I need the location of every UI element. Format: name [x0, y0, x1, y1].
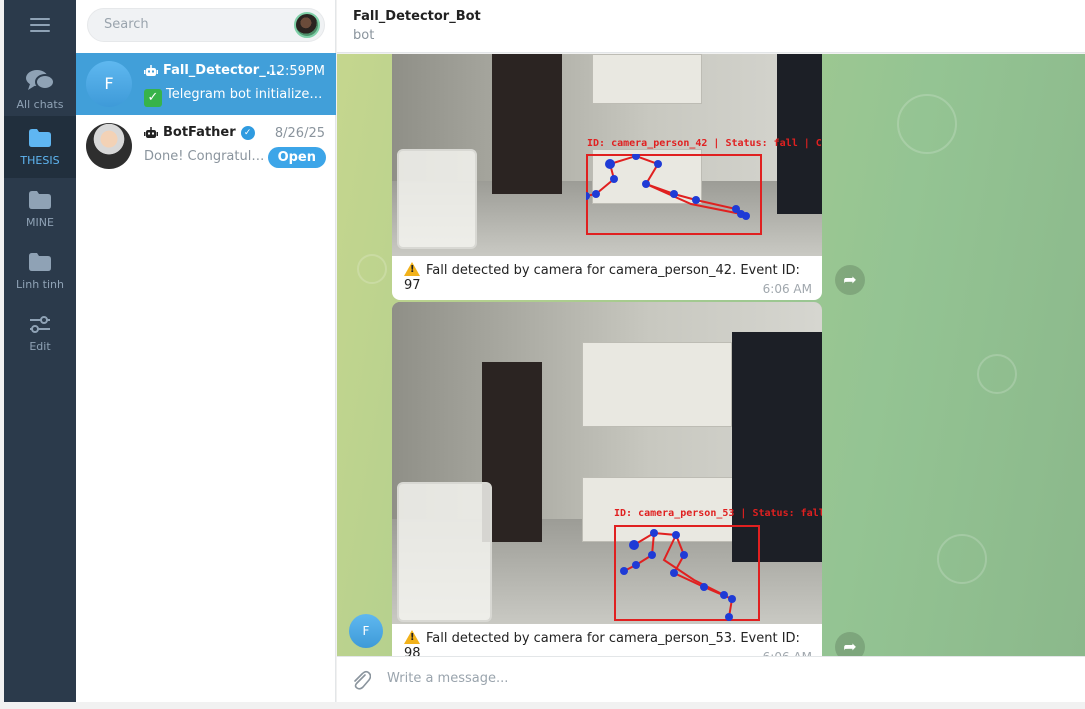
pose-skeleton [586, 154, 750, 220]
wallpaper-doodle [357, 254, 387, 284]
message-caption: Fall detected by camera for camera_perso… [392, 256, 822, 293]
folder-thesis[interactable]: THESIS [4, 116, 76, 178]
message-caption: Fall detected by camera for camera_perso… [392, 624, 822, 656]
detection-overlay-label: ID: camera_person_42 | Status: fall | Co… [587, 138, 822, 149]
telegram-window: All chats THESIS MINE Linh tinh Edit Sea… [0, 0, 1085, 709]
attach-paperclip-icon[interactable] [351, 669, 371, 691]
bot-icon [144, 64, 158, 76]
folder-linh-tinh[interactable]: Linh tinh [4, 240, 76, 302]
forward-icon[interactable]: ➦ [835, 632, 865, 656]
sender-avatar[interactable]: F [349, 614, 383, 648]
chats-icon [26, 70, 55, 90]
chat-name-text: BotFather [163, 125, 236, 140]
message-time: 6:06 AM [392, 648, 822, 656]
search-input[interactable]: Search [87, 8, 325, 42]
verified-badge-icon: ✓ [240, 125, 255, 140]
message-time: 6:06 AM [762, 282, 812, 296]
open-button[interactable]: Open [267, 147, 326, 168]
folder-rail: All chats THESIS MINE Linh tinh Edit [4, 0, 76, 702]
photo-message[interactable]: ID: camera_person_42 | Status: fall | Co… [392, 54, 822, 300]
avatar: F [86, 61, 132, 107]
chat-item-fall-detector[interactable]: F Fall_Detector_... 12:59PM ✓ Telegram bo… [76, 53, 336, 115]
message-input[interactable]: Write a message... [387, 657, 1077, 703]
folder-edit[interactable]: Edit [4, 302, 76, 364]
warning-icon [404, 262, 420, 276]
folder-all-chats[interactable]: All chats [4, 58, 76, 120]
message-composer: Write a message... [337, 656, 1085, 702]
folder-label: MINE [26, 216, 54, 229]
story-avatar[interactable] [294, 12, 320, 38]
chat-subtitle: bot [353, 28, 375, 43]
wallpaper-doodle [937, 534, 987, 584]
chat-preview: Done! Congratulati... [144, 149, 269, 164]
chat-name: Fall_Detector_... [144, 63, 281, 78]
bot-icon [144, 126, 158, 138]
folder-label: Linh tinh [16, 278, 64, 291]
hamburger-menu-icon[interactable] [30, 14, 50, 36]
folder-icon [29, 129, 51, 147]
folder-label: THESIS [20, 154, 60, 167]
detection-overlay-label: ID: camera_person_53 | Status: fall | C [614, 508, 822, 519]
warning-icon [404, 630, 420, 644]
chat-time: 12:59PM [268, 64, 325, 79]
forward-icon[interactable]: ➦ [835, 265, 865, 295]
chat-preview: ✓ Telegram bot initialized ... [144, 87, 324, 107]
chat-preview-text: Telegram bot initialized ... [166, 87, 324, 102]
search-placeholder: Search [104, 17, 149, 32]
folder-icon [29, 253, 51, 271]
chat-time: 8/26/25 [274, 126, 325, 141]
avatar [86, 123, 132, 169]
sliders-icon [30, 316, 50, 333]
folder-icon [29, 191, 51, 209]
wallpaper-doodle [897, 94, 957, 154]
chat-item-botfather[interactable]: BotFather ✓ 8/26/25 Done! Congratulati..… [76, 115, 336, 177]
folder-label: Edit [29, 340, 51, 353]
chat-title: Fall_Detector_Bot [353, 9, 481, 24]
wallpaper-doodle [977, 354, 1017, 394]
check-mark-icon: ✓ [144, 89, 162, 107]
fall-detection-photo[interactable]: ID: camera_person_42 | Status: fall | Co… [392, 54, 822, 256]
fall-detection-photo[interactable]: ID: camera_person_53 | Status: fall | C [392, 302, 822, 624]
chat-name-text: Fall_Detector_... [163, 63, 281, 78]
folder-mine[interactable]: MINE [4, 178, 76, 240]
pose-skeleton [620, 529, 736, 621]
chat-list-panel: Search F Fall_Detector_... 12:59PM ✓ Tele… [76, 0, 336, 702]
message-area[interactable]: ID: camera_person_42 | Status: fall | Co… [337, 54, 1085, 656]
chat-header[interactable]: Fall_Detector_Bot bot [337, 0, 1085, 53]
chat-name: BotFather ✓ [144, 125, 255, 140]
photo-message[interactable]: ID: camera_person_53 | Status: fall | C … [392, 302, 822, 656]
folder-label: All chats [16, 98, 64, 111]
message-input-placeholder: Write a message... [387, 671, 509, 686]
